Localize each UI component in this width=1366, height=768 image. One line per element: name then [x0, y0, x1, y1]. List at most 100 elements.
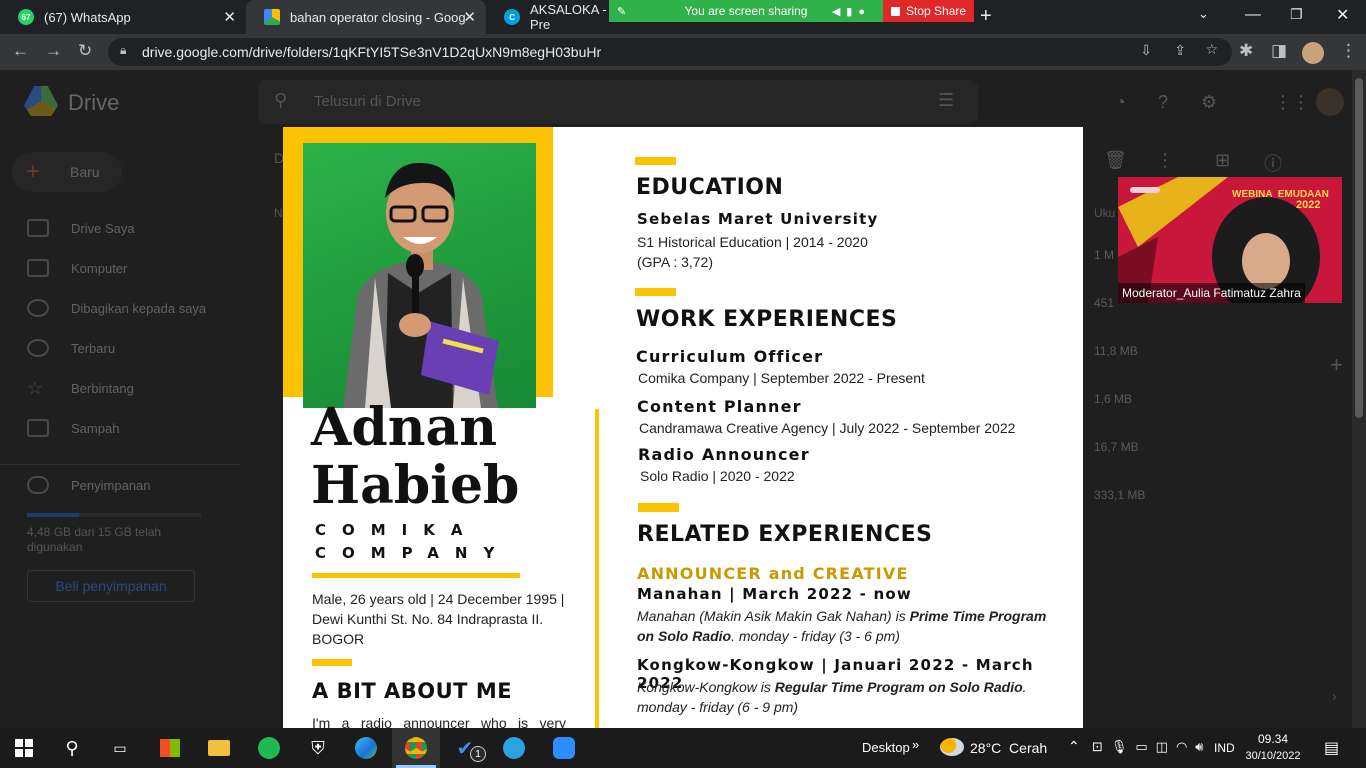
- forward-icon[interactable]: →: [45, 41, 62, 61]
- scrollbar[interactable]: [1352, 70, 1366, 728]
- scrollbar-thumb[interactable]: [1355, 78, 1363, 418]
- about-title: A BIT ABOUT ME: [312, 679, 513, 703]
- participant-name: Moderator_Aulia Fatimatuz Zahra: [1118, 283, 1305, 303]
- section-marker: [312, 659, 352, 666]
- file-explorer-icon[interactable]: [207, 736, 231, 760]
- plus-icon: +: [26, 158, 41, 185]
- zoom-icon[interactable]: [552, 736, 576, 760]
- address-bar[interactable]: 🔒︎ drive.google.com/drive/folders/1qKFtY…: [108, 38, 1232, 66]
- chrome-icon[interactable]: [404, 736, 428, 760]
- extensions-icon[interactable]: ✱: [1239, 41, 1253, 61]
- stop-icon: [891, 6, 900, 16]
- back-icon[interactable]: ←: [12, 41, 29, 61]
- language-indicator[interactable]: IND: [1214, 741, 1235, 755]
- help-icon[interactable]: ?: [1158, 92, 1168, 113]
- tab-label: bahan operator closing - Google: [290, 9, 465, 25]
- close-window-icon[interactable]: ✕: [1336, 5, 1349, 25]
- drive-logo: [24, 86, 58, 116]
- drive-search-box[interactable]: ⚲ Telusuri di Drive ☰: [258, 80, 978, 124]
- job-detail: Candramawa Creative Agency | July 2022 -…: [639, 420, 1016, 436]
- reload-icon[interactable]: ↻: [78, 41, 92, 61]
- tray-icons[interactable]: ⊡🎙︎▭◫◠🔊︎: [1092, 739, 1212, 755]
- desc-bold: Regular Time Program on Solo Radio: [774, 679, 1023, 695]
- windows-start-icon[interactable]: [12, 736, 36, 760]
- apps-grid-icon[interactable]: ⋮⋮: [1274, 92, 1310, 113]
- close-icon[interactable]: ✕: [463, 8, 476, 26]
- nav-starred[interactable]: ☆ Berbintang: [27, 379, 134, 397]
- pin-icon[interactable]: ✎: [617, 5, 626, 18]
- close-icon[interactable]: ✕: [223, 8, 236, 26]
- tab-aksaloka[interactable]: C AKSALOKA - Pre: [486, 0, 616, 34]
- profile-photo: [303, 143, 536, 408]
- tab-label: (67) WhatsApp: [44, 9, 131, 25]
- drive-icon: [264, 9, 280, 25]
- store-icon[interactable]: [158, 736, 182, 760]
- more-icon[interactable]: ⋮: [1156, 150, 1174, 171]
- participant-video[interactable]: WEBINA EMUDAAN 2022 Moderator_Aulia Fati…: [1118, 177, 1342, 303]
- column-size: Uku: [1094, 206, 1116, 220]
- banner-year: 2022: [1296, 199, 1321, 211]
- event-logo: [1130, 187, 1160, 193]
- nav-computers[interactable]: Komputer: [27, 259, 127, 277]
- offline-icon[interactable]: ◔: [1115, 92, 1126, 113]
- whatsapp-icon: 67: [18, 9, 34, 25]
- desc-text: Kongkow-Kongkow is: [637, 679, 775, 695]
- settings-gear-icon[interactable]: ⚙: [1201, 92, 1217, 113]
- chevron-right-icon[interactable]: »: [912, 737, 919, 752]
- program-description: Kongkow-Kongkow is Regular Time Program …: [637, 677, 1057, 717]
- edge-icon[interactable]: [354, 736, 378, 760]
- info-icon[interactable]: ⓘ: [1264, 150, 1282, 176]
- grid-view-icon[interactable]: ⊞: [1215, 150, 1230, 171]
- bio-text: Male, 26 years old | 24 December 1995 | …: [312, 591, 565, 647]
- nav-shared-with-me[interactable]: Dibagikan kepada saya: [27, 299, 206, 317]
- related-title: RELATED EXPERIENCES: [637, 522, 933, 547]
- side-panel-icon[interactable]: ◨: [1271, 41, 1287, 61]
- url-text: drive.google.com/drive/folders/1qKFtYI5T…: [142, 44, 602, 60]
- tab-search-icon[interactable]: ⌄: [1198, 6, 1209, 22]
- new-button[interactable]: + Baru: [12, 152, 122, 192]
- nav-trash[interactable]: Sampah: [27, 419, 119, 437]
- profile-avatar[interactable]: [1302, 42, 1324, 64]
- restore-icon[interactable]: ❐: [1290, 6, 1303, 23]
- minimize-icon[interactable]: —: [1245, 6, 1261, 24]
- nav-label: Penyimpanan: [71, 477, 151, 493]
- stop-share-button[interactable]: Stop Share: [883, 0, 974, 22]
- account-avatar[interactable]: [1316, 88, 1344, 116]
- nav-label: Sampah: [71, 420, 120, 436]
- job-role: Content Planner: [637, 397, 802, 416]
- education-gpa: (GPA : 3,72): [637, 254, 713, 270]
- tab-whatsapp[interactable]: 67 (67) WhatsApp ✕: [0, 0, 246, 34]
- weather-text[interactable]: 28°C Cerah: [970, 740, 1047, 756]
- screen-sharing-bar: ✎ You are screen sharing ◀▮●: [609, 0, 883, 22]
- nav-my-drive[interactable]: Drive Saya: [27, 219, 135, 237]
- telegram-icon[interactable]: [502, 736, 526, 760]
- nav-recent[interactable]: Terbaru: [27, 339, 115, 357]
- first-name: Adnan: [311, 397, 498, 458]
- desktop-label[interactable]: Desktop: [862, 740, 910, 755]
- cloud-icon: [27, 476, 49, 494]
- add-addon-icon[interactable]: +: [1330, 352, 1343, 378]
- tab-google-drive[interactable]: bahan operator closing - Google ✕: [246, 0, 486, 34]
- clock-time[interactable]: 09.34: [1248, 732, 1298, 746]
- search-icon[interactable]: ⚲: [60, 736, 84, 760]
- desc-text: Manahan (Makin Asik Makin Gak Nahan) is: [637, 608, 910, 624]
- security-shield-icon[interactable]: ⛨: [306, 736, 330, 760]
- buy-storage-button[interactable]: Beli penyimpanan: [27, 570, 195, 602]
- bookmark-star-icon[interactable]: ☆: [1205, 41, 1218, 58]
- notification-icon[interactable]: ▤: [1324, 738, 1339, 758]
- audio-controls-icon[interactable]: ◀▮●: [832, 5, 871, 18]
- new-tab-icon[interactable]: +: [980, 5, 992, 28]
- filter-icon[interactable]: ☰: [938, 90, 954, 111]
- spotify-icon[interactable]: [257, 736, 281, 760]
- clock-date[interactable]: 30/10/2022: [1240, 750, 1306, 762]
- delete-icon[interactable]: 🗑︎: [1104, 150, 1127, 171]
- task-view-icon[interactable]: ▭: [108, 736, 132, 760]
- expand-panel-icon[interactable]: ›: [1332, 688, 1337, 704]
- install-icon[interactable]: ⇩: [1140, 42, 1152, 59]
- menu-icon[interactable]: ⋮: [1340, 41, 1357, 61]
- chevron-up-icon[interactable]: ⌃: [1068, 738, 1080, 755]
- share-icon[interactable]: ⇪: [1174, 42, 1186, 59]
- nav-storage[interactable]: Penyimpanan: [27, 476, 151, 494]
- company-line-2: COMPANY: [315, 544, 511, 562]
- weather-icon: [940, 738, 964, 756]
